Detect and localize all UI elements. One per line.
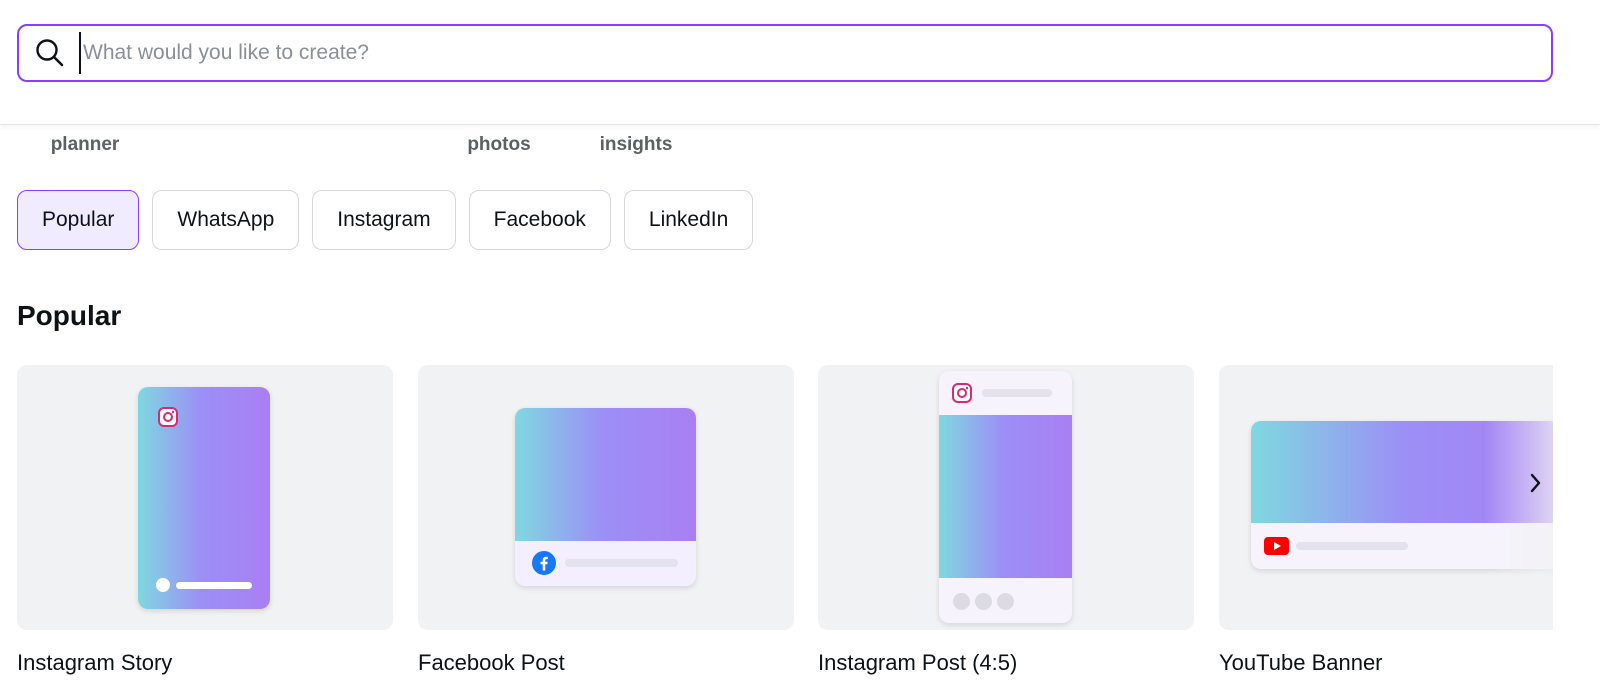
instagram-icon — [952, 383, 972, 408]
template-card-instagram-post[interactable]: Instagram Post (4:5) — [818, 365, 1194, 676]
filter-pill-linkedin[interactable]: LinkedIn — [623, 190, 754, 250]
category-filter-pills: Popular WhatsApp Instagram Facebook Link… — [17, 190, 754, 250]
username-placeholder-bar — [982, 389, 1052, 397]
template-card-label: YouTube Banner — [1219, 650, 1383, 675]
shortcut-label-bottom: planner — [50, 134, 120, 155]
action-dot — [975, 593, 992, 610]
section-title: Popular — [17, 300, 122, 331]
filter-pill-popular[interactable]: Popular — [17, 190, 140, 250]
template-thumbnail[interactable] — [17, 365, 393, 630]
facebook-icon — [532, 551, 556, 580]
post-image-placeholder — [939, 415, 1072, 578]
search-input[interactable] — [79, 32, 1551, 74]
template-card-instagram-story[interactable]: Instagram Story — [17, 365, 393, 676]
template-card-label: Instagram Post (4:5) — [818, 650, 1018, 675]
shortcut-label-bottom: photos — [467, 134, 531, 155]
carousel-next-button[interactable] — [1520, 470, 1550, 500]
channel-placeholder-bar — [1296, 542, 1408, 550]
facebook-post-preview — [515, 408, 696, 586]
template-card-youtube-banner[interactable]: YouTube Banner — [1219, 365, 1553, 676]
template-card-label: Instagram Story — [17, 650, 173, 675]
template-card-label: Facebook Post — [418, 650, 565, 675]
template-carousel: Instagram Story Facebook Post Instagram … — [17, 365, 1553, 695]
filter-pill-whatsapp[interactable]: WhatsApp — [152, 190, 300, 250]
action-dot — [953, 593, 970, 610]
search-box[interactable] — [17, 24, 1553, 82]
youtube-icon — [1264, 537, 1289, 560]
shortcut-label-bottom: insights — [599, 134, 673, 155]
caption-placeholder-bar — [565, 559, 678, 567]
template-thumbnail[interactable] — [818, 365, 1194, 630]
filter-pill-instagram[interactable]: Instagram — [312, 190, 456, 250]
search-icon — [33, 36, 67, 70]
story-preview — [138, 387, 270, 609]
filter-pill-facebook[interactable]: Facebook — [468, 190, 611, 250]
template-card-facebook-post[interactable]: Facebook Post — [418, 365, 794, 676]
post-image-placeholder — [515, 408, 696, 541]
caption-placeholder-bar — [176, 582, 252, 589]
instagram-post-preview — [939, 371, 1072, 623]
top-search-bar — [0, 0, 1600, 125]
avatar-dot — [156, 578, 170, 592]
template-thumbnail[interactable] — [418, 365, 794, 630]
template-thumbnail[interactable] — [1219, 365, 1553, 630]
chevron-right-icon — [1526, 472, 1544, 499]
action-dot — [997, 593, 1014, 610]
instagram-icon — [158, 407, 178, 432]
